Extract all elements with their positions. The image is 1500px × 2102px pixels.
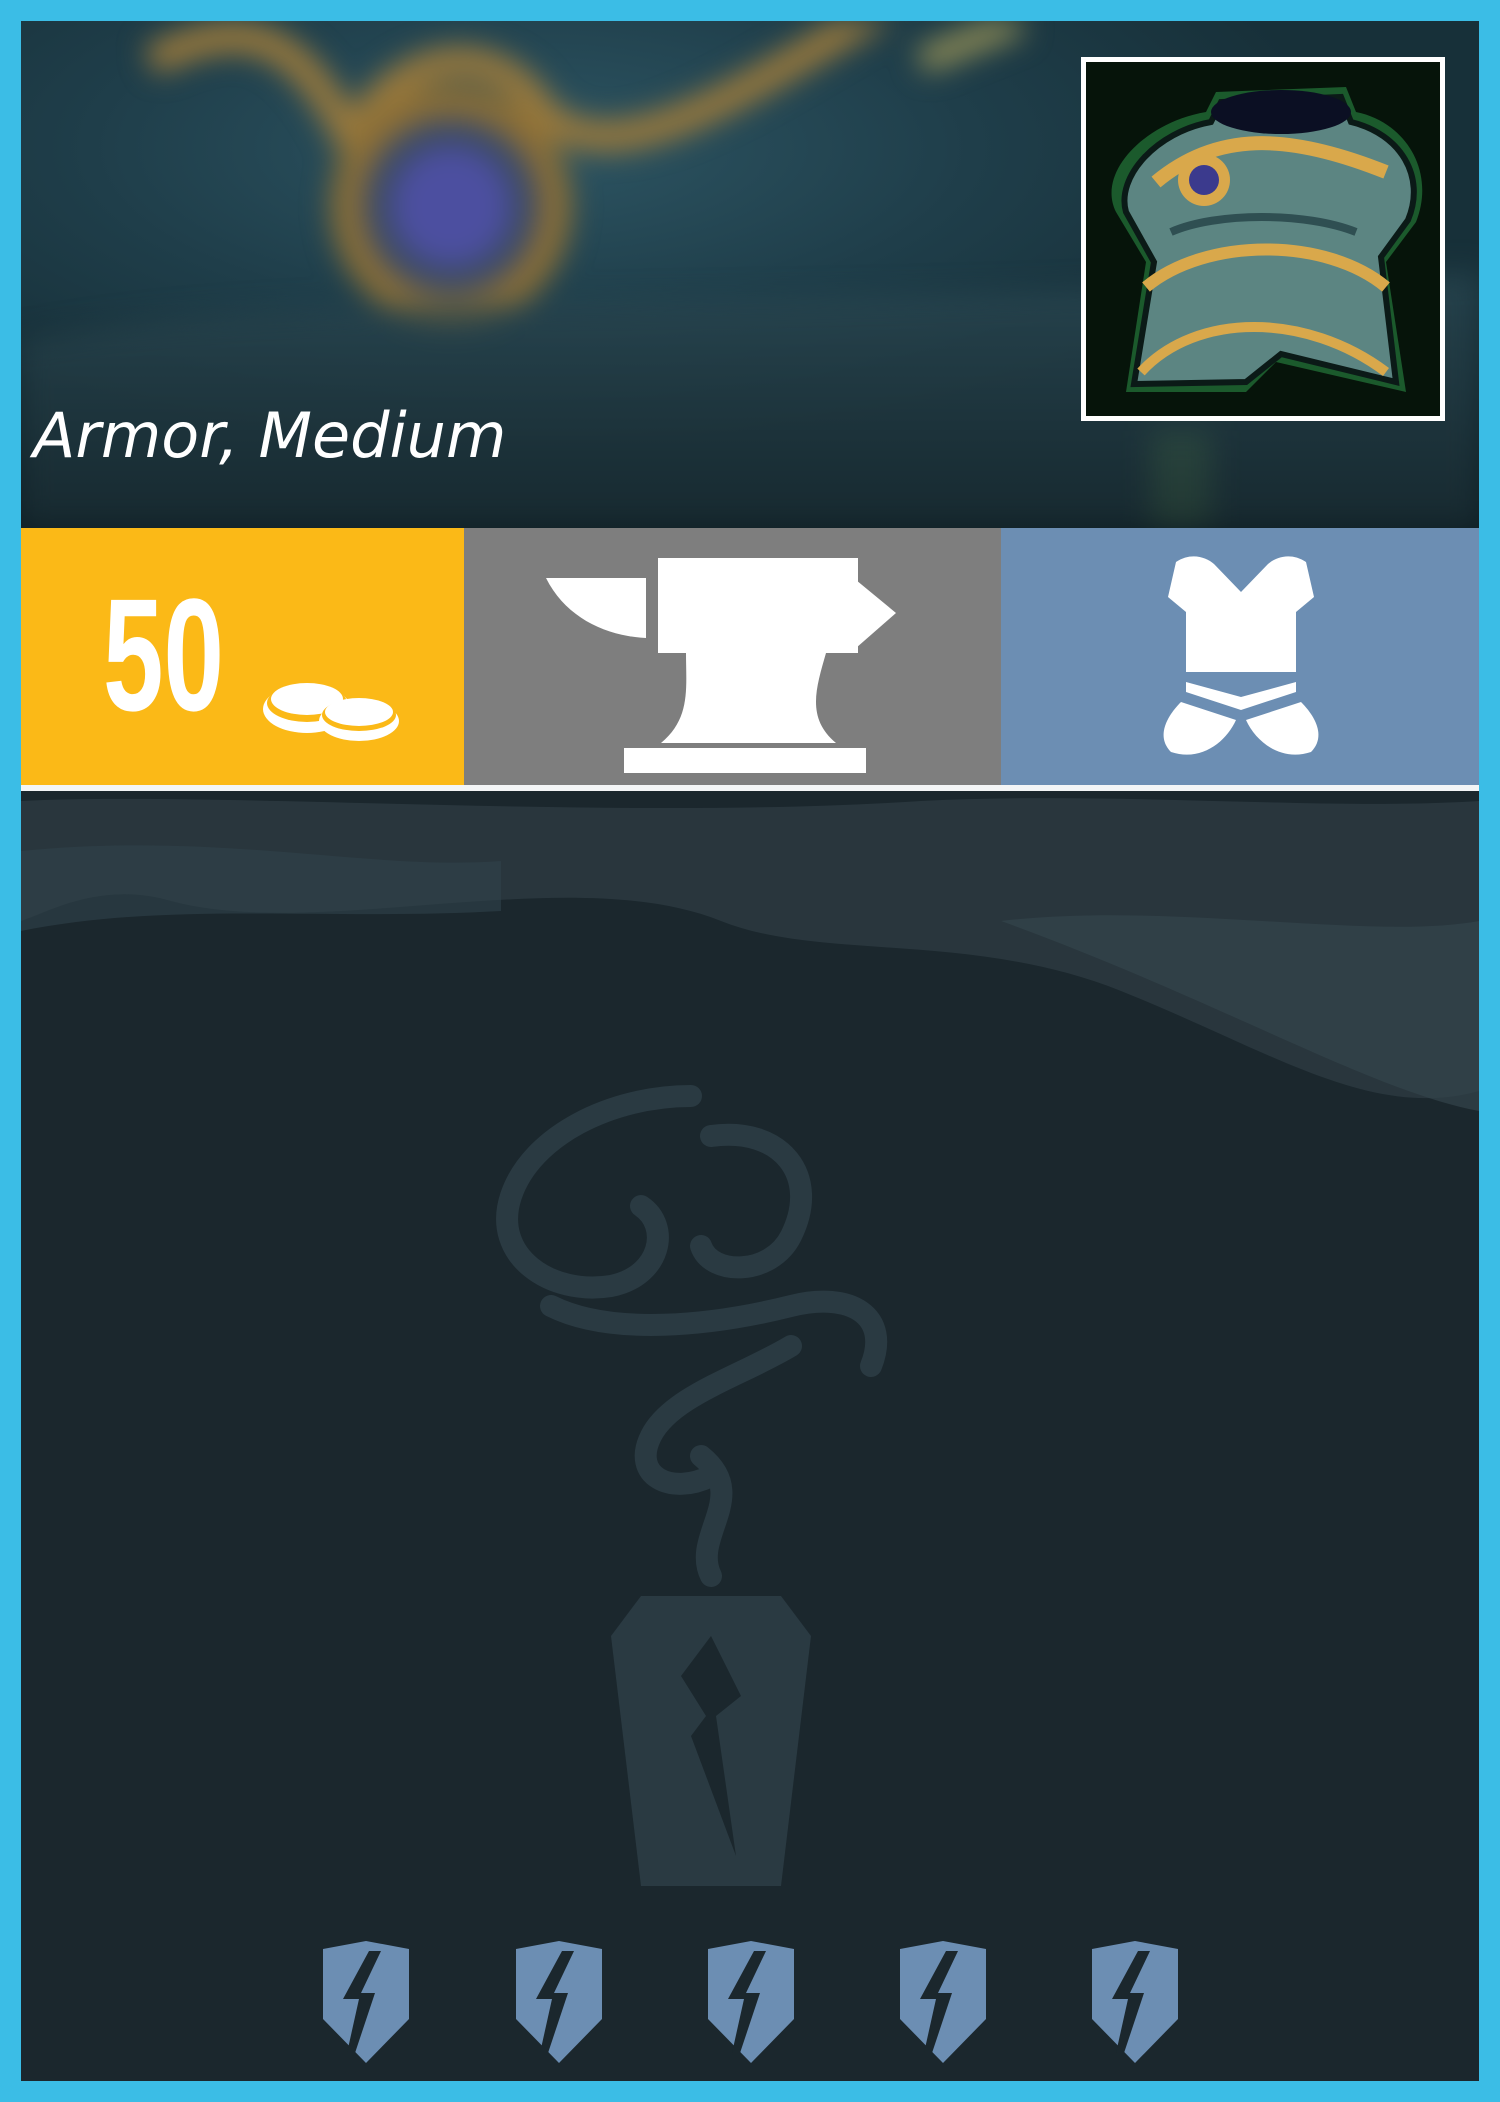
cost-panel: 50	[21, 528, 464, 785]
lightning-shield-icon	[708, 1941, 794, 2063]
smoke-sigil-icon	[496, 1085, 888, 1886]
lightning-shield-icon	[900, 1941, 986, 2063]
anvil-icon	[546, 558, 896, 773]
rating-row	[319, 1941, 1189, 2066]
item-card: Armor, Medium 50	[21, 21, 1479, 2081]
coins-icon	[263, 683, 399, 741]
card-header: Armor, Medium	[21, 21, 1479, 528]
lightning-shield-icon	[323, 1941, 409, 2063]
card-body	[21, 791, 1479, 2081]
item-type-label: Armor, Medium	[33, 399, 507, 472]
item-portrait	[1081, 57, 1445, 421]
lightning-shield-icon	[1092, 1941, 1178, 2063]
category-panel	[1001, 528, 1479, 785]
medium-armor-portrait-icon	[1086, 62, 1440, 416]
lightning-shield-icon	[516, 1941, 602, 2063]
stats-bar: 50	[21, 528, 1479, 785]
medium-armor-icon	[1163, 556, 1319, 755]
crafting-panel	[464, 528, 1001, 785]
cost-value: 50	[103, 565, 225, 744]
